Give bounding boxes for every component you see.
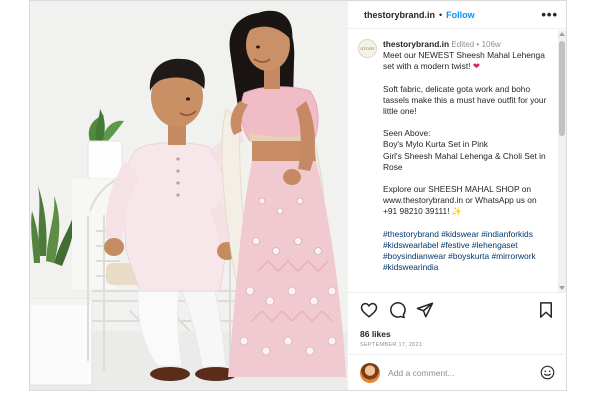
follow-button[interactable]: Follow [446,10,475,20]
action-icons-row [360,301,555,319]
post-date[interactable]: SEPTEMBER 17, 2021 [360,342,555,348]
caption-edited: Edited [451,40,475,49]
caption-age[interactable]: 106w [482,40,501,49]
brand-avatar[interactable]: STORY [358,39,377,58]
comments-scrollbar[interactable] [558,30,566,292]
header-separator: • [439,9,443,20]
scroll-down-arrow-icon[interactable] [559,286,565,290]
post-side-panel: thestorybrand.in • Follow ••• STORY thes… [347,1,567,390]
caption-hashtags[interactable]: #thestorybrand #kidswear #indianforkids … [383,229,553,274]
heart-emoji: ❤ [472,61,480,72]
scroll-up-arrow-icon[interactable] [559,32,565,36]
header-username[interactable]: thestorybrand.in [364,10,435,20]
post-header: thestorybrand.in • Follow ••• [348,1,566,29]
caption-body: thestorybrand.in Edited • 106w Meet our … [383,39,553,284]
brand-avatar-text: STORY [360,46,375,51]
post-photo[interactable] [30,1,347,390]
bookmark-icon[interactable] [537,301,555,319]
comment-bar [348,354,567,390]
share-icon[interactable] [416,301,434,319]
caption-item-1: Boy's Mylo Kurta Set in Pink [383,139,488,150]
instagram-post: thestorybrand.in • Follow ••• STORY thes… [29,0,567,391]
caption-separator: • [476,40,480,49]
emoji-icon[interactable] [540,365,555,380]
caption: STORY thestorybrand.in Edited • 106w Mee… [348,30,559,284]
likes-count[interactable]: 86 likes [360,329,555,339]
more-options-icon[interactable]: ••• [541,8,558,21]
caption-paragraph-2: Soft fabric, delicate gota work and boho… [383,83,547,117]
scrollbar-thumb[interactable] [559,41,565,136]
caption-username[interactable]: thestorybrand.in [383,39,449,49]
caption-seen-above: Seen Above: [383,128,431,139]
post-actions: 86 likes SEPTEMBER 17, 2021 [348,292,567,348]
comments-area[interactable]: STORY thestorybrand.in Edited • 106w Mee… [348,30,559,292]
user-avatar[interactable] [360,362,380,383]
caption-intro: Meet our NEWEST Sheesh Mahal Lehenga set… [383,50,545,72]
post-photo-illustration [30,1,347,390]
comment-icon[interactable] [388,301,406,319]
comment-input[interactable] [388,367,528,378]
caption-item-2: Girl's Sheesh Mahal Lehenga & Choli Set … [383,150,546,172]
sparkle-emoji: ✨ [451,206,463,217]
heart-icon[interactable] [360,301,378,319]
